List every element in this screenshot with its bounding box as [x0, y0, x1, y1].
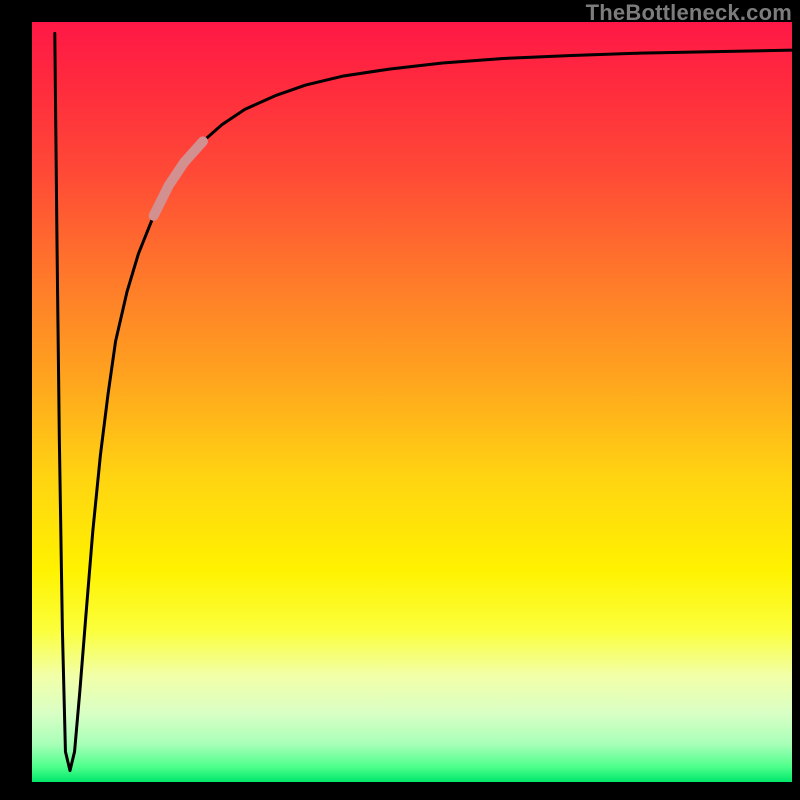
- highlight-segment: [154, 141, 203, 215]
- chart-frame: TheBottleneck.com: [0, 0, 800, 800]
- watermark-text: TheBottleneck.com: [586, 0, 792, 26]
- bottleneck-curve: [55, 33, 792, 770]
- plot-area: [32, 22, 792, 782]
- curve-svg: [32, 22, 792, 782]
